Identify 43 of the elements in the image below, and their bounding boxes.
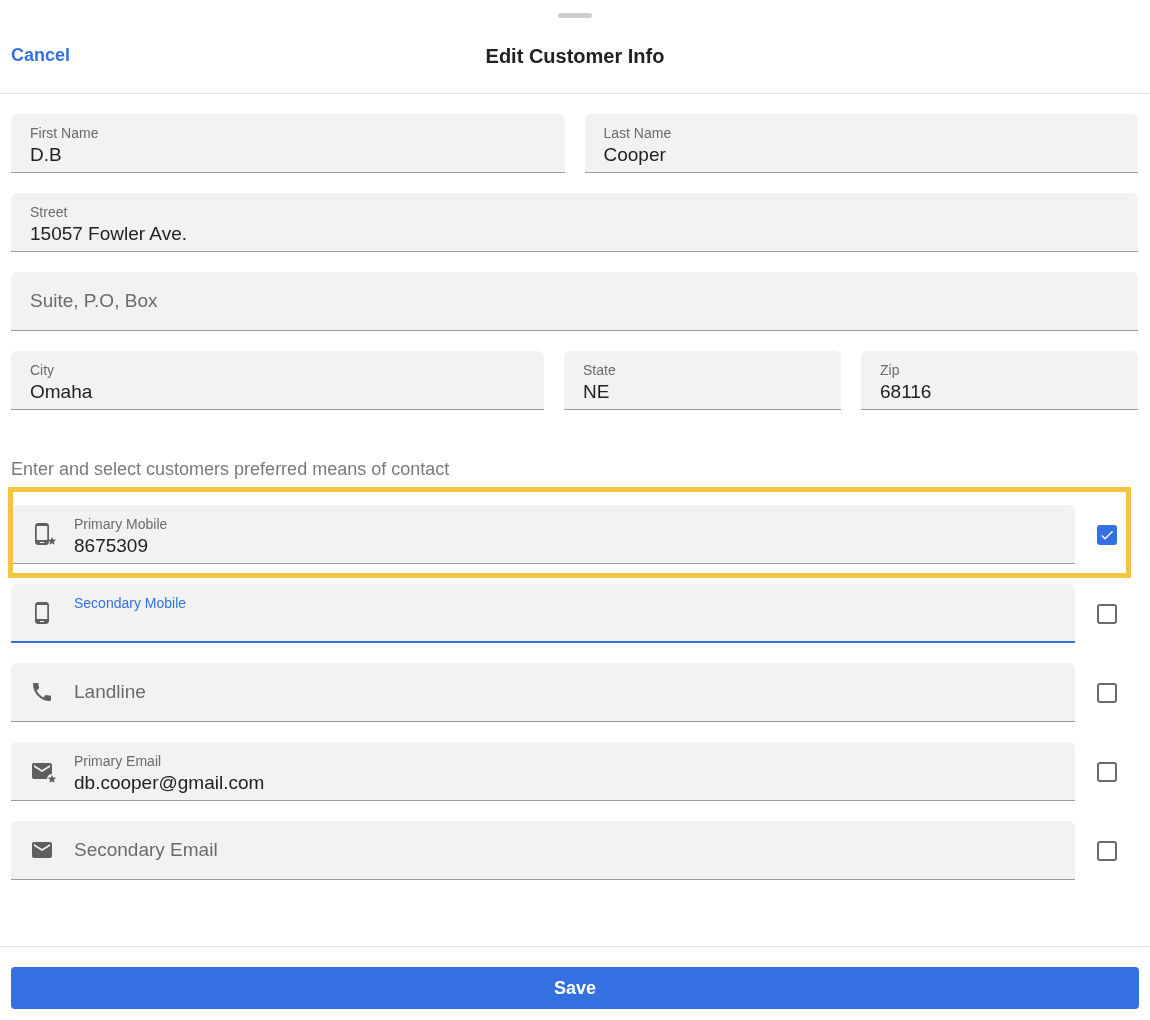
field-value: Cooper bbox=[603, 143, 667, 167]
field-label: State bbox=[583, 361, 616, 380]
checkbox[interactable] bbox=[1097, 840, 1117, 861]
field-placeholder: Landline bbox=[74, 679, 146, 704]
checkbox[interactable] bbox=[1097, 682, 1117, 703]
field-label: First Name bbox=[30, 124, 99, 143]
cancel-link[interactable]: Cancel bbox=[11, 42, 71, 69]
field-label: City bbox=[30, 361, 56, 380]
text-field[interactable]: State NE bbox=[564, 351, 841, 410]
text-field[interactable]: Zip 68116 bbox=[861, 351, 1138, 410]
field-label: Primary Email bbox=[74, 752, 163, 771]
text-field[interactable]: Primary Mobile 8675309 bbox=[11, 505, 1075, 564]
field-label: Last Name bbox=[603, 124, 672, 143]
field-label: Zip bbox=[880, 361, 901, 380]
field-placeholder: Suite, P.O, Box bbox=[30, 288, 158, 313]
field-value: 68116 bbox=[880, 380, 932, 404]
field-placeholder: Secondary Email bbox=[74, 837, 218, 862]
field-value: NE bbox=[583, 380, 611, 404]
text-field[interactable]: Primary Email db.cooper@gmail.com bbox=[11, 742, 1075, 801]
text-field[interactable]: Landline bbox=[11, 663, 1075, 722]
dialog-title: Edit Customer Info bbox=[485, 43, 665, 69]
text-field[interactable]: Last Name Cooper bbox=[584, 114, 1138, 173]
checkbox[interactable] bbox=[1097, 524, 1117, 545]
telephone-icon bbox=[30, 680, 54, 704]
field-value: db.cooper@gmail.com bbox=[74, 771, 265, 795]
text-field[interactable]: Secondary Mobile bbox=[11, 584, 1075, 643]
field-value: 15057 Fowler Ave. bbox=[30, 222, 188, 246]
drag-handle[interactable] bbox=[558, 13, 592, 18]
field-value: 8675309 bbox=[74, 534, 149, 558]
text-field[interactable]: Street 15057 Fowler Ave. bbox=[11, 193, 1138, 252]
field-value: Omaha bbox=[30, 380, 93, 404]
text-field[interactable]: Secondary Email bbox=[11, 821, 1075, 880]
checkbox[interactable] bbox=[1097, 603, 1117, 624]
text-field[interactable]: City Omaha bbox=[11, 351, 544, 410]
checkbox[interactable] bbox=[1097, 761, 1117, 782]
text-field[interactable]: Suite, P.O, Box bbox=[11, 272, 1138, 331]
text-field[interactable]: First Name D.B bbox=[11, 114, 565, 173]
contact-hint: Enter and select customers preferred means of contact bbox=[10, 458, 451, 481]
field-label: Primary Mobile bbox=[74, 515, 168, 534]
save-button[interactable]: Save bbox=[11, 967, 1139, 1009]
field-label: Street bbox=[30, 203, 69, 222]
field-label: Secondary Mobile bbox=[74, 593, 187, 613]
field-value: D.B bbox=[30, 143, 63, 167]
